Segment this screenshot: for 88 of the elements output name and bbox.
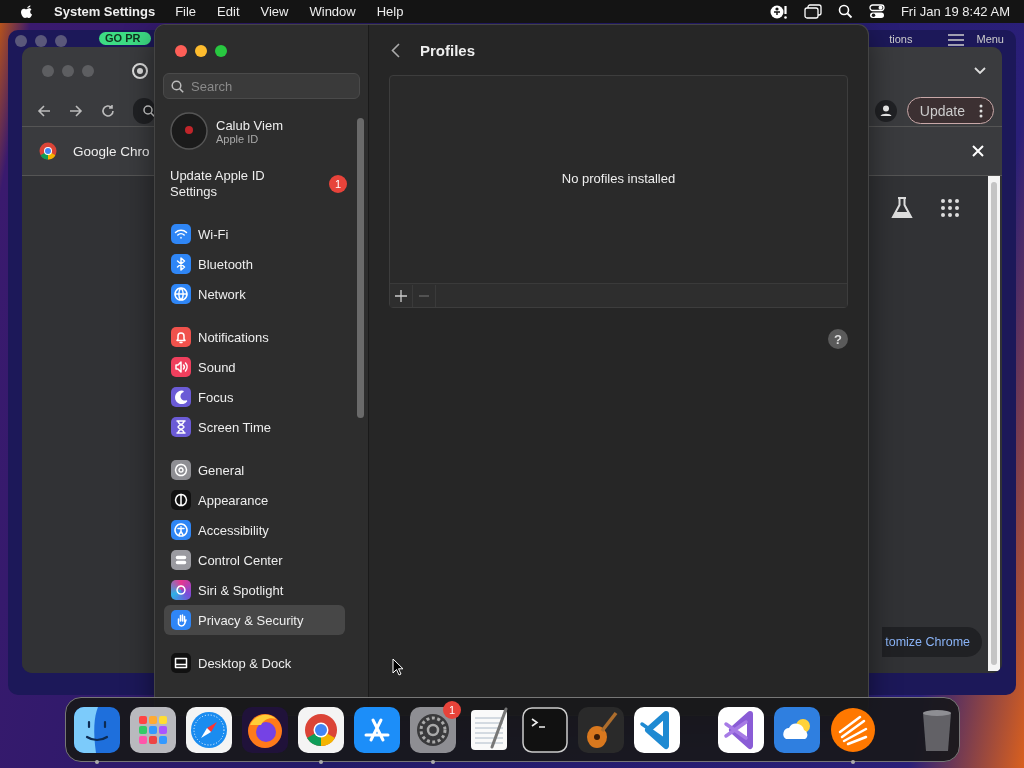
update-button[interactable]: Update (906, 97, 994, 124)
menu-icon[interactable] (948, 34, 965, 46)
flame-orb-icon[interactable] (242, 706, 288, 753)
search-icon (143, 104, 155, 117)
sunburst-icon[interactable] (830, 706, 876, 753)
notification-badge: 1 (443, 700, 461, 719)
sidebar-item[interactable]: Focus (164, 382, 345, 412)
menu-item[interactable]: Window (309, 4, 356, 19)
clock[interactable]: Fri Jan 19 8:42 AM (900, 4, 1010, 19)
hourglass-icon (171, 417, 191, 437)
cloud-icon[interactable] (774, 706, 820, 753)
promo-button[interactable]: GO PR (99, 32, 151, 45)
search-icon (171, 80, 184, 93)
help-button[interactable]: ? (828, 329, 848, 349)
gear-icon (171, 460, 191, 480)
scrollbar[interactable] (357, 118, 364, 418)
menu-item[interactable]: Edit (217, 4, 240, 19)
scrollbar[interactable] (988, 176, 1000, 671)
notification-badge: 1 (329, 175, 347, 193)
bell-icon (171, 327, 191, 347)
sidebar-item[interactable]: Sound (164, 352, 345, 382)
zoom-button[interactable] (215, 45, 227, 57)
display-icon (171, 653, 191, 673)
menu-label[interactable]: Menu (976, 33, 1004, 46)
globe-icon (171, 284, 191, 304)
hand-icon (171, 610, 191, 630)
close-button[interactable] (175, 45, 187, 57)
page-title: Profiles (420, 41, 476, 59)
flask-icon[interactable] (891, 196, 913, 220)
forward-arrow-icon[interactable] (69, 103, 83, 118)
cursor-icon (392, 658, 404, 676)
menu-item[interactable]: File (175, 4, 197, 19)
back-chevron-icon[interactable] (391, 42, 400, 58)
moon-icon (171, 387, 191, 407)
reload-icon[interactable] (101, 103, 115, 118)
info-bar-text: Google Chro (73, 143, 150, 159)
sidebar-item[interactable]: General (164, 455, 345, 485)
menu-item[interactable]: Help (376, 4, 404, 19)
sidebar-item[interactable]: Wi-Fi (164, 219, 345, 249)
sidebar-item[interactable]: Bluetooth (164, 249, 345, 279)
update-notice[interactable]: Update Apple ID Settings (170, 168, 290, 200)
profile-icon[interactable] (874, 99, 897, 122)
wifi-icon (171, 224, 191, 244)
menu-item[interactable]: View (260, 4, 289, 19)
terminal-icon[interactable] (522, 706, 568, 753)
address-bar[interactable] (133, 97, 155, 124)
app-grid-icon[interactable] (941, 199, 959, 217)
ribbon-icon[interactable] (718, 706, 764, 753)
back-arrow-icon[interactable] (37, 103, 51, 118)
sidebar-item[interactable]: Screen Time (164, 412, 345, 442)
sidebar-item[interactable]: Appearance (164, 485, 345, 515)
speaker-icon (171, 357, 191, 377)
sidebar-item[interactable]: Siri & Spotlight (164, 575, 345, 605)
ribbon-icon[interactable] (634, 706, 680, 753)
avatar-icon[interactable] (170, 112, 208, 150)
account-subtitle: Apple ID (216, 132, 260, 145)
sidebar-item[interactable]: Control Center (164, 545, 345, 575)
sidebar-item[interactable]: Privacy & Security (164, 605, 345, 635)
split-square-icon[interactable] (74, 706, 120, 753)
customize-button[interactable]: tomize Chrome (882, 627, 982, 657)
kebab-icon[interactable] (979, 103, 983, 118)
sidebar-item[interactable]: Desktop & Dock (164, 648, 345, 678)
gear-icon[interactable] (410, 706, 456, 753)
sidebar-item[interactable]: Accessibility (164, 515, 345, 545)
app-menu[interactable]: System Settings (54, 4, 156, 19)
chevron-down-icon[interactable] (974, 67, 986, 75)
alert-person-icon[interactable] (769, 3, 788, 20)
apple-icon[interactable] (20, 3, 34, 20)
compass-icon[interactable] (186, 706, 232, 753)
close-icon[interactable] (972, 145, 984, 157)
sidebar-item[interactable]: Notifications (164, 322, 345, 352)
search-field[interactable]: Search (163, 73, 360, 99)
minimize-button[interactable] (195, 45, 207, 57)
guitar-icon[interactable] (578, 706, 624, 753)
accessibility-icon (171, 520, 191, 540)
triangle-strokes-icon[interactable] (354, 706, 400, 753)
stacked-windows-icon[interactable] (803, 4, 822, 19)
account-name[interactable]: Calub Viem (216, 117, 283, 133)
search-icon[interactable] (837, 4, 853, 19)
bluetooth-icon (171, 254, 191, 274)
orb-icon (171, 580, 191, 600)
nav-link[interactable]: tions (889, 33, 913, 46)
toggles-icon (171, 550, 191, 570)
toggles-icon[interactable] (868, 4, 885, 19)
contrast-icon (171, 490, 191, 510)
empty-message: No profiles installed (561, 171, 676, 188)
sidebar-item[interactable]: Network (164, 279, 345, 309)
app-grid-icon[interactable] (130, 706, 176, 753)
